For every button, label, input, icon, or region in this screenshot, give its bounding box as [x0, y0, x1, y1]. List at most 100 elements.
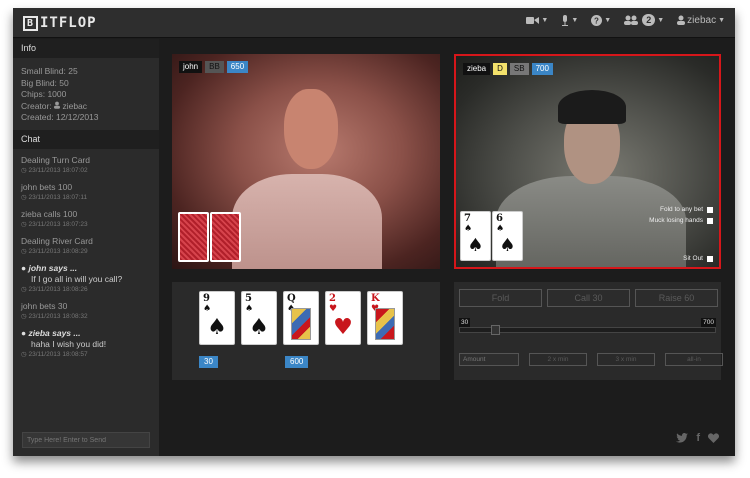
- chevron-down-icon: ▼: [541, 16, 549, 24]
- chips: Chips: 1000: [21, 89, 67, 99]
- cap: [558, 90, 626, 124]
- card-rank: 7: [464, 213, 471, 224]
- heart-icon: ♥: [333, 315, 353, 340]
- queen-face-art: [291, 308, 311, 340]
- chat-message: john bets 100 ◷ 23/11/2013 18:07:11: [21, 182, 151, 202]
- speech-bubble-icon: ●: [21, 327, 29, 338]
- slider-handle[interactable]: [491, 325, 500, 335]
- chat-says-text: zieba says ...: [28, 327, 81, 338]
- bet-chip-zieba: 600: [285, 356, 309, 368]
- chat-header: Chat: [13, 129, 159, 149]
- table-info: Small Blind: 25 Big Blind: 50 Chips: 100…: [13, 58, 159, 130]
- player-tags: john BB 650: [179, 61, 249, 73]
- call-button[interactable]: Call 30: [547, 289, 630, 307]
- two-x-min-button[interactable]: 2 x min: [529, 353, 587, 366]
- chevron-down-icon: ▼: [657, 16, 665, 24]
- three-x-min-button[interactable]: 3 x min: [597, 353, 655, 366]
- svg-text:?: ?: [594, 16, 599, 25]
- community-card: K ♥: [367, 291, 403, 345]
- heart-icon[interactable]: [708, 433, 719, 443]
- username: ziebac: [687, 14, 717, 26]
- microphone-menu[interactable]: ▼: [561, 14, 579, 26]
- camera-menu[interactable]: ▼: [526, 16, 548, 25]
- spade-icon: ♠: [249, 315, 269, 340]
- chat-time: ◷ 23/11/2013 18:08:57: [21, 350, 151, 359]
- chat-log: Dealing Turn Card ◷ 23/11/2013 18:07:02 …: [13, 149, 159, 372]
- chevron-down-icon: ▼: [571, 16, 579, 24]
- chat-time: ◷ 23/11/2013 18:08:26: [21, 285, 151, 294]
- raise-button[interactable]: Raise 60: [635, 289, 718, 307]
- community-board: 9 ♠ ♠ 5 ♠ ♠ Q ♠ 2 ♥ ♥ K ♥: [172, 282, 440, 380]
- checkbox[interactable]: [707, 217, 713, 224]
- checkbox[interactable]: [707, 206, 713, 213]
- community-card: 2 ♥ ♥: [325, 291, 361, 345]
- chat-time: ◷ 23/11/2013 18:07:11: [21, 193, 151, 202]
- all-in-button[interactable]: all-in: [665, 353, 723, 366]
- community-card: 5 ♠ ♠: [241, 291, 277, 345]
- chat-time-value: 23/11/2013 18:07:23: [28, 220, 88, 228]
- facebook-icon[interactable]: f: [696, 432, 700, 444]
- question-icon: ?: [591, 14, 603, 26]
- checkbox[interactable]: [707, 255, 713, 262]
- user-menu[interactable]: ziebac ▼: [677, 15, 725, 26]
- chat-input[interactable]: [22, 432, 150, 448]
- logo-box: B: [23, 15, 38, 31]
- app-window: B ITFLOP ▼ ▼ ? ▼ 2 ▼ ziebac ▼ Info Small…: [13, 8, 735, 456]
- fold-to-any-option[interactable]: Fold to any bet: [649, 206, 713, 213]
- raise-slider[interactable]: [459, 325, 716, 335]
- chat-time-value: 23/11/2013 18:07:02: [28, 166, 88, 174]
- sit-out-option[interactable]: Sit Out: [683, 255, 713, 262]
- chat-text: Dealing Turn Card: [21, 154, 90, 165]
- chat-text: zieba calls 100: [21, 208, 78, 219]
- chat-time-value: 23/11/2013 18:08:29: [28, 247, 88, 255]
- option-label: Sit Out: [683, 255, 703, 262]
- community-cards: 9 ♠ ♠ 5 ♠ ♠ Q ♠ 2 ♥ ♥ K ♥: [199, 291, 403, 345]
- raise-amount-input[interactable]: [459, 353, 519, 366]
- chat-time-value: 23/11/2013 18:08:57: [28, 350, 88, 358]
- twitter-icon[interactable]: [676, 433, 689, 443]
- creator: Creator: ziebac: [21, 101, 151, 113]
- chip-count: 650: [226, 61, 249, 73]
- hole-card: 7 ♠ ♠: [460, 211, 491, 261]
- top-nav: ▼ ▼ ? ▼ 2 ▼ ziebac ▼: [526, 14, 725, 26]
- chat-time-value: 23/11/2013 18:08:26: [28, 285, 88, 293]
- sidebar: Info Small Blind: 25 Big Blind: 50 Chips…: [13, 39, 159, 456]
- opponent-hole-cards: [178, 212, 241, 262]
- card-rank: 5: [245, 293, 252, 304]
- users-menu[interactable]: 2 ▼: [624, 14, 664, 26]
- chat-text: Dealing River Card: [21, 235, 93, 246]
- chat-message: Dealing Turn Card ◷ 23/11/2013 18:07:02: [21, 155, 151, 175]
- king-face-art: [375, 308, 395, 340]
- social-links: f: [676, 432, 719, 444]
- action-panel: Fold Call 30 Raise 60 30 700 2 x min 3 x…: [454, 282, 723, 380]
- chat-message: john bets 30 ◷ 23/11/2013 18:08:32: [21, 301, 151, 321]
- raise-options: 2 x min 3 x min all-in: [459, 353, 723, 366]
- chat-time-value: 23/11/2013 18:07:11: [28, 193, 88, 201]
- big-blind-badge: BB: [205, 61, 224, 73]
- spade-icon: ♠: [499, 235, 516, 256]
- player-silhouette-body: [232, 174, 382, 269]
- help-menu[interactable]: ? ▼: [591, 14, 611, 26]
- spade-icon: ♠: [496, 224, 505, 234]
- chat-says: ● john says ...: [21, 263, 151, 274]
- info-header: Info: [13, 39, 159, 58]
- muck-option[interactable]: Muck losing hands: [649, 217, 713, 224]
- chat-says-text: john says ...: [28, 262, 78, 273]
- spade-icon: ♠: [203, 304, 212, 314]
- chat-message: ● john says ... If I go all in will you …: [21, 263, 151, 294]
- hole-card: 6 ♠ ♠: [492, 211, 523, 261]
- spade-icon: ♠: [464, 224, 473, 234]
- player-silhouette-head: [284, 89, 338, 169]
- small-blind: Small Blind: 25: [21, 66, 78, 76]
- chat-body: If I go all in will you call?: [31, 273, 123, 284]
- card-rank: 2: [329, 293, 336, 304]
- logo[interactable]: B ITFLOP: [23, 15, 97, 31]
- chat-message: Dealing River Card ◷ 23/11/2013 18:08:29: [21, 236, 151, 256]
- option-label: Muck losing hands: [649, 217, 703, 224]
- community-card: 9 ♠ ♠: [199, 291, 235, 345]
- bet-chip-john: 30: [199, 356, 218, 368]
- chat-time: ◷ 23/11/2013 18:08:32: [21, 312, 151, 321]
- user-icon: [54, 101, 61, 109]
- player-video-john: john BB 650: [172, 54, 440, 269]
- fold-button[interactable]: Fold: [459, 289, 542, 307]
